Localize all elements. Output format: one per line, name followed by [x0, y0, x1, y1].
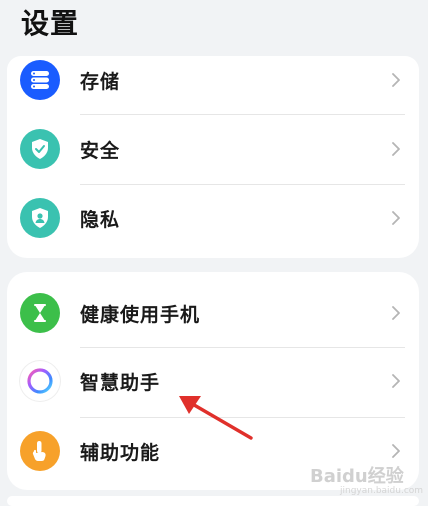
chevron-right-icon	[392, 73, 400, 87]
page-title: 设置	[21, 7, 80, 40]
chevron-right-icon	[392, 374, 400, 388]
chevron-right-icon	[392, 211, 400, 225]
chevron-right-icon	[392, 142, 400, 156]
smart-assistant-icon	[20, 361, 60, 401]
hourglass-icon	[20, 293, 60, 333]
settings-item-security[interactable]: 安全	[7, 115, 419, 183]
settings-item-label: 辅助功能	[80, 441, 161, 464]
baidu-watermark: Baidu经验	[310, 466, 404, 487]
settings-item-label: 隐私	[80, 208, 121, 231]
settings-item-digital-balance[interactable]: 健康使用手机	[7, 279, 419, 347]
privacy-shield-icon	[20, 198, 60, 238]
shield-check-icon	[20, 129, 60, 169]
baidu-watermark-url: jingyan.baidu.com	[340, 486, 424, 496]
hand-tap-icon	[20, 431, 60, 471]
settings-item-label: 健康使用手机	[80, 303, 201, 326]
settings-item-storage[interactable]: 存储	[7, 46, 419, 114]
chevron-right-icon	[392, 306, 400, 320]
settings-item-label: 存储	[80, 70, 121, 93]
settings-item-label: 安全	[80, 139, 121, 162]
settings-item-privacy[interactable]: 隐私	[7, 184, 419, 252]
settings-item-label: 智慧助手	[80, 371, 161, 394]
settings-group-2: 健康使用手机 智慧助手 辅助功能	[7, 272, 419, 490]
settings-group-1: 存储 安全 隐私	[7, 56, 419, 258]
chevron-right-icon	[392, 444, 400, 458]
annotation-arrow-icon	[179, 396, 253, 440]
settings-group-3	[7, 496, 419, 506]
storage-icon	[20, 60, 60, 100]
